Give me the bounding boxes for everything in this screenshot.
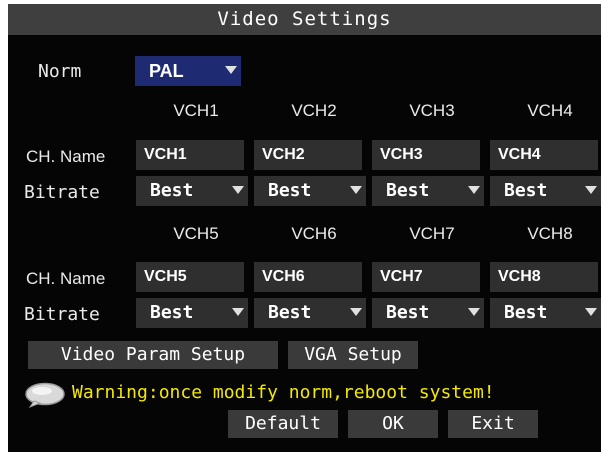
column-header-vch6: VCH6 — [291, 224, 337, 243]
chevron-down-icon — [232, 186, 244, 194]
bitrate-value: Best — [386, 302, 430, 323]
column-header-vch5: VCH5 — [173, 224, 219, 243]
channel-name-input-8[interactable]: VCH8 — [490, 262, 598, 292]
channel-name-input-3[interactable]: VCH3 — [372, 140, 480, 170]
bitrate-dropdown-8[interactable]: Best — [490, 298, 601, 328]
warning-message: Warning:once modify norm,reboot system! — [72, 382, 495, 403]
column-header-vch1: VCH1 — [173, 101, 219, 120]
bitrate-dropdown-3[interactable]: Best — [372, 176, 484, 206]
chevron-down-icon — [468, 308, 480, 316]
vga-setup-button[interactable]: VGA Setup — [288, 341, 418, 369]
channel-name-input-7[interactable]: VCH7 — [372, 262, 480, 292]
video-param-setup-button[interactable]: Video Param Setup — [28, 341, 278, 369]
chevron-down-icon — [585, 308, 597, 316]
bitrate-label: Bitrate — [24, 182, 100, 203]
channel-name-input-1[interactable]: VCH1 — [136, 140, 244, 170]
bitrate-value: Best — [504, 180, 548, 201]
ch-name-label: CH. Name — [26, 269, 106, 288]
bitrate-value: Best — [268, 180, 312, 201]
bitrate-dropdown-6[interactable]: Best — [254, 298, 366, 328]
column-header-vch2: VCH2 — [291, 101, 337, 120]
speech-bubble-icon — [25, 382, 65, 408]
exit-button[interactable]: Exit — [448, 410, 538, 438]
bitrate-value: Best — [386, 180, 430, 201]
chevron-down-icon — [585, 186, 597, 194]
bitrate-dropdown-5[interactable]: Best — [136, 298, 248, 328]
column-header-vch3: VCH3 — [409, 101, 455, 120]
bitrate-dropdown-2[interactable]: Best — [254, 176, 366, 206]
column-header-vch8: VCH8 — [527, 224, 573, 243]
bitrate-value: Best — [150, 302, 194, 323]
dialog-title: Video Settings — [8, 4, 601, 35]
channel-name-input-4[interactable]: VCH4 — [490, 140, 598, 170]
default-button[interactable]: Default — [228, 410, 338, 438]
chevron-down-icon — [232, 308, 244, 316]
video-settings-dialog: Video Settings Norm PAL VCH1 VCH2 VCH3 V… — [8, 4, 601, 452]
chevron-down-icon — [225, 66, 237, 74]
bitrate-dropdown-4[interactable]: Best — [490, 176, 601, 206]
bitrate-value: Best — [150, 180, 194, 201]
column-header-vch4: VCH4 — [527, 101, 573, 120]
norm-dropdown[interactable]: PAL — [135, 56, 241, 86]
norm-value: PAL — [149, 61, 184, 81]
channel-name-input-6[interactable]: VCH6 — [254, 262, 362, 292]
chevron-down-icon — [350, 186, 362, 194]
bitrate-label: Bitrate — [24, 304, 100, 325]
chevron-down-icon — [350, 308, 362, 316]
norm-label: Norm — [38, 61, 82, 82]
channel-name-input-2[interactable]: VCH2 — [254, 140, 362, 170]
ok-button[interactable]: OK — [348, 410, 438, 438]
bitrate-value: Best — [504, 302, 548, 323]
column-header-vch7: VCH7 — [409, 224, 455, 243]
bitrate-dropdown-1[interactable]: Best — [136, 176, 248, 206]
channel-name-input-5[interactable]: VCH5 — [136, 262, 244, 292]
bitrate-value: Best — [268, 302, 312, 323]
bitrate-dropdown-7[interactable]: Best — [372, 298, 484, 328]
chevron-down-icon — [468, 186, 480, 194]
ch-name-label: CH. Name — [26, 147, 106, 166]
screen: Video Settings Norm PAL VCH1 VCH2 VCH3 V… — [0, 0, 608, 457]
